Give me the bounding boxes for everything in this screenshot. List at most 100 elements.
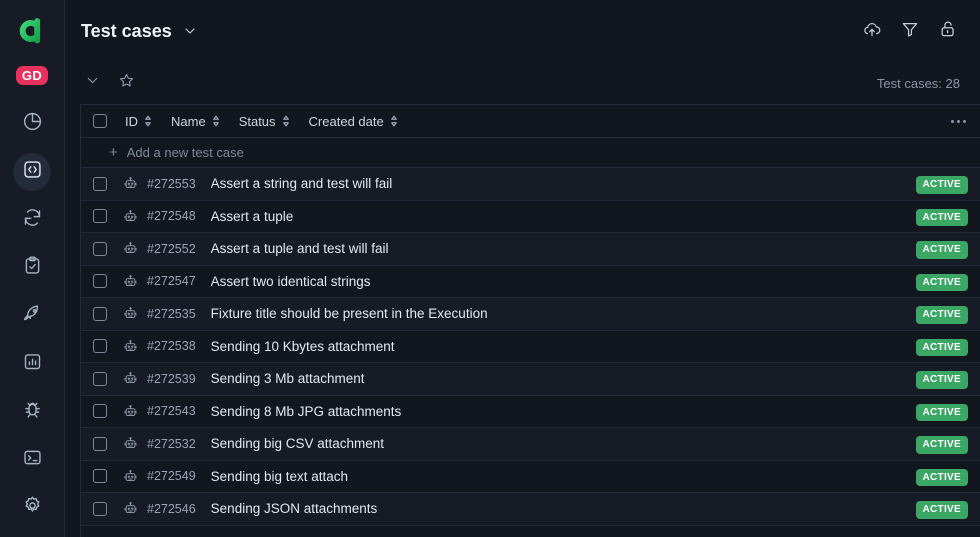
collapse-tree-button[interactable]: [81, 72, 103, 94]
column-header-created-date[interactable]: Created date: [309, 114, 399, 129]
status-badge: ACTIVE: [915, 273, 968, 291]
sync-icon: [22, 207, 43, 233]
column-label: ID: [125, 113, 138, 129]
table-header-row: ID Name Status Created date: [81, 104, 980, 138]
row-name: Sending JSON attachments: [210, 501, 378, 517]
table-row[interactable]: #272553 Assert a string and test will fa…: [81, 168, 980, 201]
select-all-checkbox[interactable]: [93, 114, 107, 128]
status-badge: ACTIVE: [915, 306, 968, 324]
row-id: #272538: [147, 339, 196, 354]
status-badge-wrap: ACTIVE: [915, 434, 968, 454]
table-row[interactable]: #272549 Sending big text attach ACTIVE: [81, 460, 980, 493]
table-row[interactable]: #272552 Assert a tuple and test will fai…: [81, 233, 980, 266]
status-badge-wrap: ACTIVE: [915, 174, 968, 194]
table-row[interactable]: #272532 Sending big CSV attachment ACTIV…: [81, 428, 980, 461]
row-checkbox[interactable]: [93, 274, 107, 289]
terminal-icon: [22, 447, 43, 473]
table-row[interactable]: #272543 Sending 8 Mb JPG attachments ACT…: [81, 395, 980, 428]
lock-button[interactable]: [936, 19, 960, 43]
chevron-down-icon[interactable]: [182, 23, 198, 39]
robot-icon: [123, 241, 138, 256]
row-id: #272539: [147, 371, 196, 386]
row-checkbox[interactable]: [93, 306, 107, 321]
status-badge-wrap: ACTIVE: [915, 369, 968, 389]
table-wrapper: ID Name Status Created date + Add a new …: [65, 104, 980, 537]
gear-icon: [22, 495, 43, 521]
avatar-initials: GD: [21, 68, 43, 83]
sort-icon: [211, 115, 221, 127]
row-id: #272532: [147, 436, 196, 451]
sidebar-item-console[interactable]: [13, 441, 51, 479]
row-name: Sending 8 Mb JPG attachments: [210, 403, 402, 419]
table-row[interactable]: #272539 Sending 3 Mb attachment ACTIVE: [81, 363, 980, 396]
table-row[interactable]: #272535 Fixture title should be present …: [81, 298, 980, 331]
table-row[interactable]: #272538 Sending 10 Kbytes attachment ACT…: [81, 330, 980, 363]
status-badge: ACTIVE: [915, 436, 968, 454]
row-name: Sending 3 Mb attachment: [210, 371, 365, 387]
sidebar-item-jobs[interactable]: [13, 297, 51, 335]
row-checkbox[interactable]: [93, 469, 107, 484]
table-row[interactable]: #272546 Sending JSON attachments ACTIVE: [81, 493, 980, 526]
row-checkbox[interactable]: [93, 209, 107, 224]
test-cases-table: ID Name Status Created date + Add a new …: [81, 104, 980, 537]
row-name: Sending big text attach: [210, 468, 349, 484]
add-new-test-case-row[interactable]: + Add a new test case: [81, 138, 980, 168]
column-header-name[interactable]: Name: [171, 114, 221, 129]
status-badge: ACTIVE: [915, 176, 968, 194]
code-brackets-icon: [22, 159, 43, 185]
row-name: Assert a string and test will fail: [210, 176, 393, 192]
status-badge: ACTIVE: [915, 338, 968, 356]
status-badge-wrap: ACTIVE: [915, 467, 968, 486]
table-row[interactable]: #272547 Assert two identical strings ACT…: [81, 265, 980, 298]
row-checkbox[interactable]: [93, 339, 107, 354]
clipboard-check-icon: [22, 255, 43, 281]
sidebar-item-test-cases[interactable]: [13, 153, 51, 191]
row-id: #272543: [147, 404, 196, 419]
column-header-status[interactable]: Status: [239, 114, 291, 129]
robot-icon: [123, 501, 138, 516]
status-badge: ACTIVE: [915, 501, 968, 519]
robot-icon: [123, 371, 138, 386]
page-title: Test cases: [81, 20, 172, 41]
sidebar-item-dashboards[interactable]: [13, 105, 51, 143]
cloud-upload-icon: [862, 19, 882, 44]
column-label: Status: [238, 113, 276, 129]
robot-icon: [123, 339, 138, 354]
status-badge-wrap: ACTIVE: [915, 304, 968, 324]
filter-icon: [900, 19, 920, 44]
row-checkbox[interactable]: [93, 436, 107, 451]
sort-icon: [281, 115, 291, 127]
robot-icon: [123, 176, 138, 191]
row-name: Assert a tuple and test will fail: [210, 241, 389, 257]
upload-button[interactable]: [860, 19, 884, 43]
avatar[interactable]: GD: [16, 66, 48, 85]
row-checkbox[interactable]: [93, 371, 107, 386]
favorite-button[interactable]: [115, 72, 137, 94]
row-id: #272552: [147, 241, 196, 256]
robot-icon: [123, 404, 138, 419]
sort-icon: [143, 115, 153, 127]
row-checkbox[interactable]: [93, 241, 107, 256]
allure-logo-icon[interactable]: [14, 14, 50, 48]
row-checkbox[interactable]: [93, 404, 107, 419]
sidebar-item-launches[interactable]: [13, 201, 51, 239]
row-checkbox[interactable]: [93, 176, 107, 191]
status-badge-wrap: ACTIVE: [915, 272, 968, 291]
row-id: #272535: [147, 306, 196, 321]
sidebar-item-test-plans[interactable]: [13, 249, 51, 287]
row-checkbox[interactable]: [93, 501, 107, 516]
filter-button[interactable]: [898, 19, 922, 43]
robot-icon: [123, 306, 138, 321]
column-header-id[interactable]: ID: [125, 114, 153, 129]
sidebar-item-analytics[interactable]: [13, 345, 51, 383]
rocket-icon: [22, 303, 43, 329]
table-row[interactable]: #272548 Assert a tuple ACTIVE: [81, 200, 980, 233]
row-id: #272553: [147, 176, 196, 191]
row-name: Assert a tuple: [210, 208, 294, 224]
more-options-icon[interactable]: [949, 114, 968, 129]
column-label: Name: [171, 113, 206, 129]
top-bar: Test cases: [65, 0, 980, 62]
main-content: Test cases Test cases: 28 ID Name Status…: [65, 0, 980, 537]
sidebar-item-settings[interactable]: [13, 489, 51, 527]
sidebar-item-defects[interactable]: [13, 393, 51, 431]
